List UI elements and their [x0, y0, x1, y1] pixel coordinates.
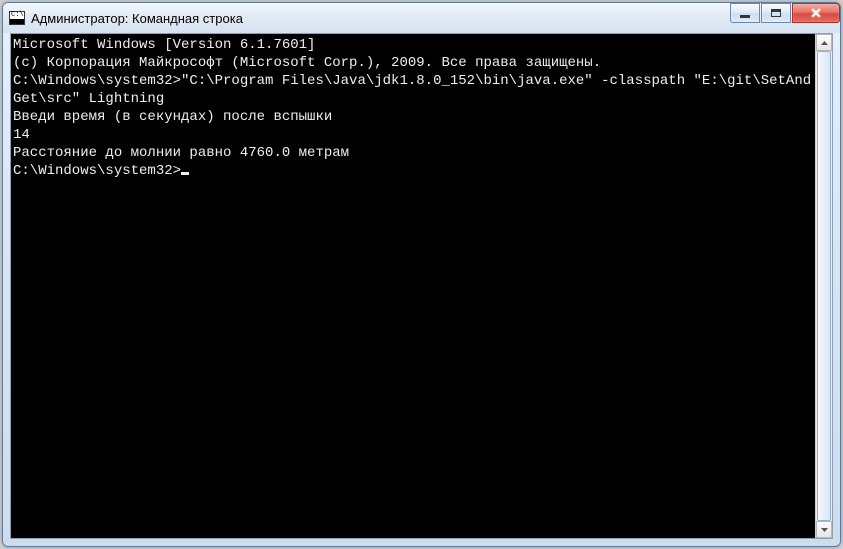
terminal-line: C:\Windows\system32>"C:\Program Files\Ja… — [13, 72, 813, 108]
window-frame: Администратор: Командная строка ✕ Micros… — [2, 2, 841, 547]
maximize-button[interactable] — [761, 3, 791, 23]
terminal-line: C:\Windows\system32> — [13, 162, 813, 180]
terminal-line: Введи время (в секундах) после вспышки — [13, 108, 813, 126]
scroll-up-button[interactable] — [816, 34, 832, 51]
client-area: Microsoft Windows [Version 6.1.7601](c) … — [10, 33, 833, 539]
chevron-down-icon — [821, 528, 828, 532]
terminal-line: 14 — [13, 126, 813, 144]
close-icon: ✕ — [810, 5, 822, 22]
scrollbar-track[interactable] — [816, 51, 832, 521]
vertical-scrollbar[interactable] — [815, 34, 832, 538]
scrollbar-thumb[interactable] — [817, 51, 831, 521]
terminal-line: Расстояние до молнии равно 4760.0 метрам — [13, 144, 813, 162]
minimize-icon — [740, 15, 750, 18]
close-button[interactable]: ✕ — [792, 3, 840, 23]
window-title: Администратор: Командная строка — [31, 11, 729, 26]
chevron-up-icon — [821, 41, 828, 45]
window-controls: ✕ — [729, 3, 840, 33]
title-bar[interactable]: Администратор: Командная строка ✕ — [3, 3, 840, 33]
terminal-line: Microsoft Windows [Version 6.1.7601] — [13, 36, 813, 54]
terminal-output[interactable]: Microsoft Windows [Version 6.1.7601](c) … — [11, 34, 815, 538]
maximize-icon — [771, 9, 781, 17]
cursor — [181, 172, 189, 175]
minimize-button[interactable] — [730, 3, 760, 23]
app-icon[interactable] — [9, 11, 25, 25]
scroll-down-button[interactable] — [816, 521, 832, 538]
terminal-line: (c) Корпорация Майкрософт (Microsoft Cor… — [13, 54, 813, 72]
